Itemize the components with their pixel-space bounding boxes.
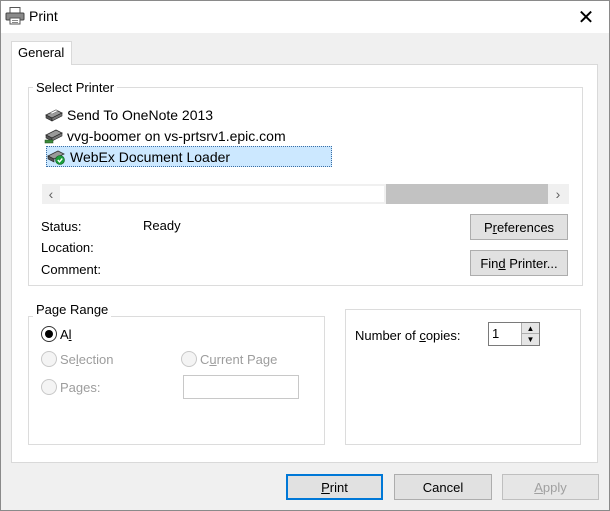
printer-item-selected[interactable]: WebEx Document Loader (46, 146, 332, 167)
find-printer-label-b: Printer... (505, 255, 558, 271)
copies-label-b: opies: (425, 328, 461, 343)
page-range-label: Page Range (33, 302, 112, 317)
current-page-radio[interactable] (181, 351, 197, 367)
apply-label-mnemonic: A (534, 479, 543, 495)
current-label-mnemonic: u (209, 352, 217, 367)
scrollbar-thumb[interactable] (386, 184, 548, 204)
printer-name: WebEx Document Loader (70, 148, 231, 165)
copies-label: Number of copies: (355, 328, 461, 343)
print-label-mnemonic: P (321, 479, 330, 495)
preferences-button[interactable]: Pr eferences (470, 214, 568, 240)
window-title: Print (29, 8, 58, 24)
spin-down-icon[interactable]: ▼ (522, 334, 539, 345)
close-icon: ✕ (577, 6, 595, 29)
default-printer-icon (47, 149, 67, 165)
preferences-label-a: P (483, 219, 493, 235)
selection-radio[interactable] (41, 351, 57, 367)
tab-general[interactable]: General (11, 41, 72, 65)
apply-button[interactable]: Apply (502, 474, 599, 500)
pages-input[interactable] (183, 375, 299, 399)
print-label-b: rint (329, 479, 348, 495)
pages-radio-label[interactable]: Pages: (60, 380, 100, 395)
select-printer-label: Select Printer (33, 80, 118, 95)
selection-label-a: Se (60, 352, 76, 367)
all-radio-label[interactable]: Al (60, 327, 72, 342)
all-label-a: A (60, 327, 69, 342)
status-value: Ready (143, 218, 181, 233)
copies-spin-buttons: ▲ ▼ (521, 323, 539, 345)
spin-up-icon[interactable]: ▲ (522, 323, 539, 334)
scroll-left-icon[interactable]: ‹ (42, 185, 60, 203)
close-button[interactable]: ✕ (563, 1, 609, 33)
selection-label-b: ection (78, 352, 114, 367)
current-label-b: rrent Page (216, 352, 278, 367)
printer-name: Send To OneNote 2013 (67, 106, 214, 123)
cancel-label: Cancel (422, 479, 464, 495)
network-printer-icon (44, 128, 64, 144)
apply-label-b: pply (542, 479, 567, 495)
comment-label: Comment: (41, 262, 101, 277)
tab-general-label: General (18, 45, 65, 60)
location-label: Location: (41, 240, 94, 255)
pages-label-a: Pa (60, 380, 76, 395)
printer-app-icon (5, 7, 25, 25)
printer-list-scrollbar[interactable]: ‹ › (42, 184, 569, 204)
printer-name: vvg-boomer on vs-prtsrv1.epic.com (67, 127, 286, 144)
preferences-label-b: eferences (496, 219, 555, 235)
status-label: Status: (41, 219, 82, 234)
cancel-button[interactable]: Cancel (394, 474, 492, 500)
all-radio[interactable] (41, 326, 57, 342)
pages-radio[interactable] (41, 379, 57, 395)
scroll-right-icon[interactable]: › (549, 185, 567, 203)
pages-label-b: es: (83, 380, 101, 395)
printer-item[interactable]: Send To OneNote 2013 (44, 104, 344, 125)
selection-radio-label[interactable]: Selection (60, 352, 114, 367)
printer-list[interactable]: Send To OneNote 2013 vvg-boomer on vs-pr… (44, 104, 344, 167)
copies-label-a: Number of (355, 328, 420, 343)
current-label-a: C (200, 352, 210, 367)
find-printer-label-a: Fin (480, 255, 499, 271)
title-bar (1, 1, 609, 33)
scrollbar-track[interactable] (60, 186, 384, 202)
print-button[interactable]: Print (286, 474, 383, 500)
printer-item[interactable]: vvg-boomer on vs-prtsrv1.epic.com (44, 125, 344, 146)
printer-icon (44, 107, 64, 123)
find-printer-button[interactable]: Fin d Printer... (470, 250, 568, 276)
all-label-mnemonic: l (68, 327, 72, 342)
current-page-radio-label[interactable]: Current Page (200, 352, 277, 367)
copies-stepper[interactable]: 1 ▲ ▼ (488, 322, 540, 346)
copies-input[interactable]: 1 (492, 326, 499, 341)
find-printer-label-mnemonic: d (498, 255, 506, 271)
